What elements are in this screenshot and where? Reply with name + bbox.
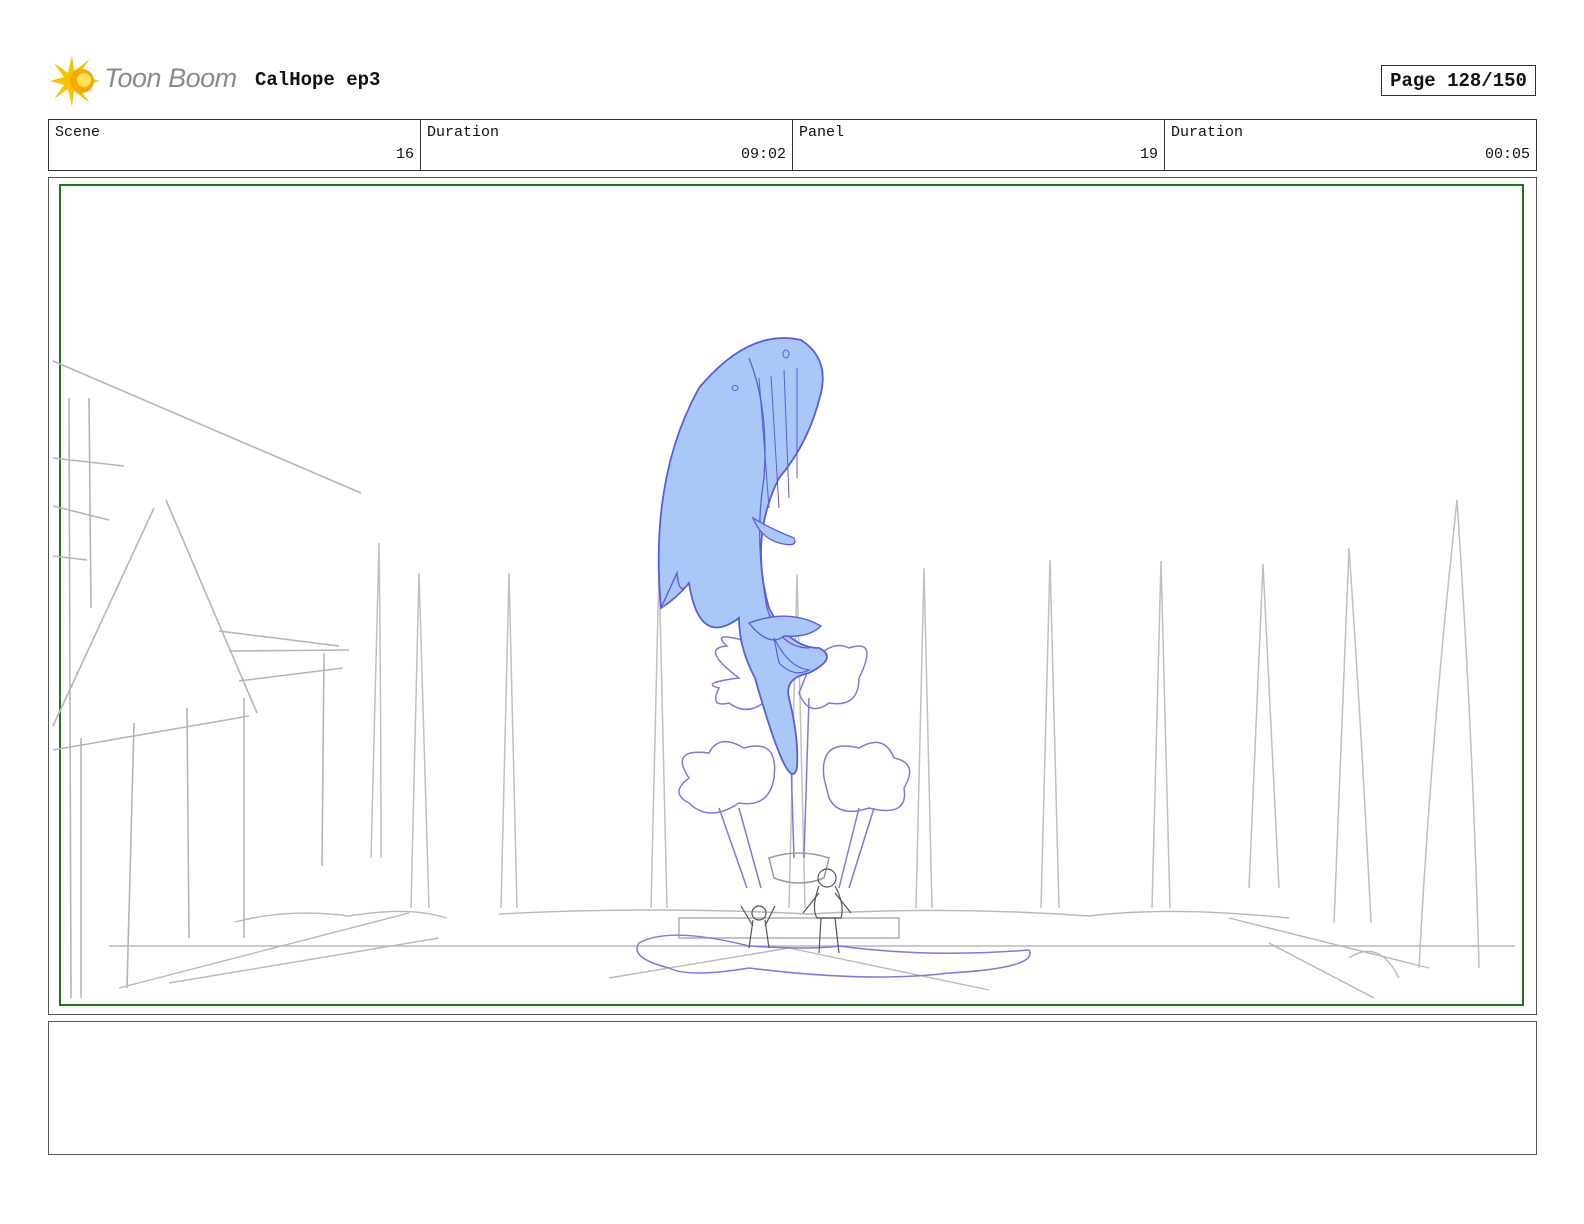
scene-duration-value: 09:02 [740, 146, 786, 163]
logo-wordmark: Toon Boom [104, 63, 237, 93]
fountain-sketch [636, 630, 1031, 978]
panel-value: 19 [1139, 146, 1158, 163]
panel-duration-label: Duration [1171, 124, 1244, 141]
characters-sketch [740, 868, 852, 954]
scene-duration-label: Duration [427, 124, 500, 141]
panel-duration-cell: Duration 00:05 [1165, 120, 1536, 170]
building-sketch [52, 360, 362, 999]
toon-boom-logo: Toon Boom [50, 55, 240, 107]
tree-line-sketch [370, 499, 1480, 969]
panel-info-table: Scene 16 Duration 09:02 Panel 19 Duratio… [48, 119, 1537, 171]
panel-notes-box [48, 1021, 1537, 1155]
ground-sketch [109, 909, 1515, 999]
storyboard-panel [48, 177, 1537, 1015]
panel-label: Panel [799, 124, 845, 141]
panel-cell: Panel 19 [793, 120, 1165, 170]
page-number: Page 128/150 [1381, 65, 1536, 96]
scene-value: 16 [395, 146, 414, 163]
panel-drawing [52, 184, 1524, 1006]
scene-label: Scene [55, 124, 101, 141]
starburst-icon [50, 55, 100, 107]
panel-duration-value: 00:05 [1484, 146, 1530, 163]
scene-duration-cell: Duration 09:02 [421, 120, 793, 170]
scene-cell: Scene 16 [49, 120, 421, 170]
project-title: CalHope ep3 [255, 69, 381, 91]
